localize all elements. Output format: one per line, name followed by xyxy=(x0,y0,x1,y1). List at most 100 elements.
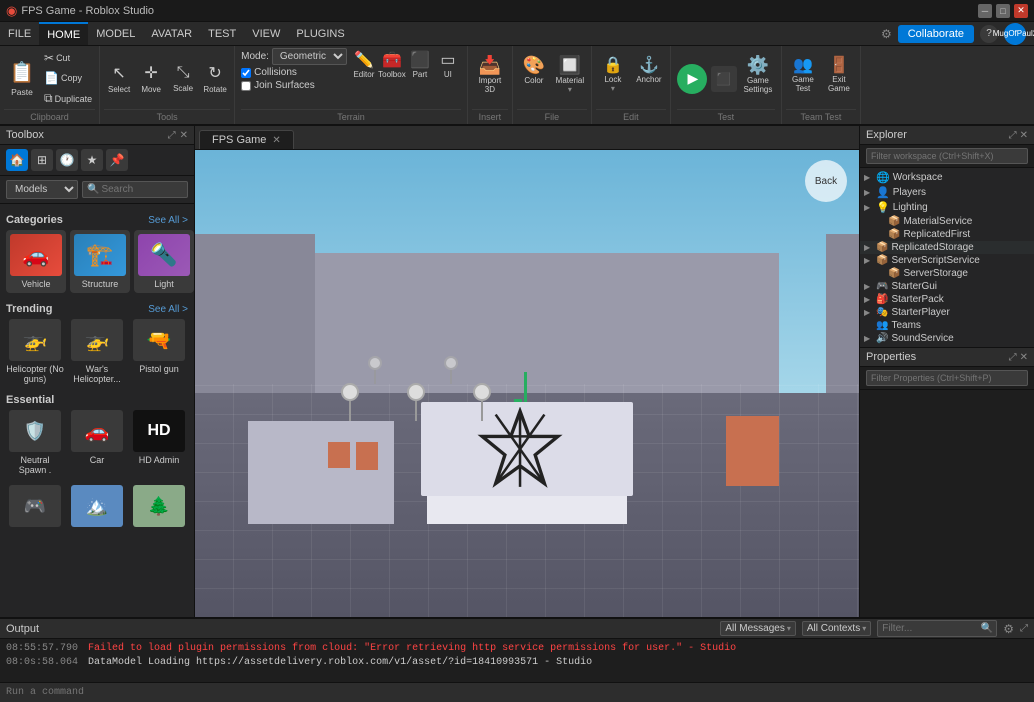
cut-button[interactable]: ✂ Cut xyxy=(41,49,95,67)
tree-item-serverstorage[interactable]: 📦 ServerStorage xyxy=(860,267,1034,280)
toolbox-tb-button[interactable]: 🧰 Toolbox xyxy=(379,48,405,96)
toolbox-home-icon-btn[interactable]: 🏠 xyxy=(6,149,28,171)
menu-model[interactable]: MODEL xyxy=(88,22,143,45)
editor-button[interactable]: ✏️ Editor xyxy=(351,48,377,96)
tree-item-lighting[interactable]: ▶ 💡 Lighting xyxy=(860,200,1034,215)
menu-test[interactable]: TEST xyxy=(200,22,244,45)
viewport-tab-close-icon[interactable]: ✕ xyxy=(272,135,280,146)
exit-game-button[interactable]: 🚪 Exit Game xyxy=(822,53,856,105)
tree-item-serverscriptservice[interactable]: ▶ 📦 ServerScriptService xyxy=(860,254,1034,267)
output-title: Output xyxy=(6,623,39,635)
output-settings-icon[interactable]: ⚙ xyxy=(1003,622,1014,636)
copy-button[interactable]: 📄 Copy xyxy=(41,69,95,87)
paste-button[interactable]: 📋 Paste xyxy=(4,52,40,106)
properties-filter-input[interactable] xyxy=(866,370,1028,386)
category-vehicle[interactable]: 🚗 Vehicle xyxy=(6,230,66,293)
explorer-title: Explorer xyxy=(866,129,907,141)
stop-button[interactable]: ⬛ xyxy=(711,66,737,92)
material-button[interactable]: 🔲 Material ▾ xyxy=(553,53,587,105)
game-settings-button[interactable]: ⚙️ Game Settings xyxy=(741,53,775,105)
all-messages-dropdown[interactable]: All Messages ▾ xyxy=(720,621,795,636)
select-button[interactable]: ↖ Select xyxy=(104,53,134,105)
color-button[interactable]: 🎨 Color xyxy=(517,53,551,105)
toolbox-search-input[interactable] xyxy=(101,184,183,195)
essential-label-1: Car xyxy=(90,455,105,465)
color-label: Color xyxy=(524,76,543,85)
trending-item-0[interactable]: 🚁 Helicopter (No guns) xyxy=(6,319,64,384)
import3d-button[interactable]: 📥 Import 3D xyxy=(472,53,508,105)
properties-close-icon[interactable]: ✕ xyxy=(1020,352,1028,363)
essential-item-0[interactable]: 🛡️ Neutral Spawn . xyxy=(6,410,64,475)
tree-item-teams[interactable]: 👥 Teams xyxy=(860,319,1034,332)
viewport-tab[interactable]: FPS Game ✕ xyxy=(199,130,294,149)
tree-item-players[interactable]: ▶ 👤 Players xyxy=(860,185,1034,200)
output-filter-input[interactable] xyxy=(877,620,997,637)
join-surfaces-check[interactable]: Join Surfaces xyxy=(241,80,347,91)
tree-item-materialservice[interactable]: 📦 MaterialService xyxy=(860,215,1034,228)
part-button[interactable]: ⬛ Part xyxy=(407,48,433,96)
mode-select[interactable]: Geometric xyxy=(272,48,347,65)
categories-see-all[interactable]: See All > xyxy=(148,215,188,226)
command-input[interactable] xyxy=(6,687,1028,698)
select-label: Select xyxy=(108,85,130,94)
tree-item-workspace[interactable]: ▶ 🌐 Workspace xyxy=(860,170,1034,185)
trending-item-2[interactable]: 🔫 Pistol gun xyxy=(130,319,188,384)
all-contexts-dropdown[interactable]: All Contexts ▾ xyxy=(802,621,871,636)
more-item-2[interactable]: 🌲 xyxy=(130,485,188,530)
window-maximize-btn[interactable]: □ xyxy=(996,4,1010,18)
collisions-check[interactable]: Collisions xyxy=(241,67,347,78)
trending-label-2: Pistol gun xyxy=(139,364,179,374)
lock-button[interactable]: 🔒 Lock ▾ xyxy=(596,53,630,105)
toolbox-star-icon-btn[interactable]: ★ xyxy=(81,149,103,171)
toolbox-popout-icon[interactable]: ⤢ xyxy=(168,130,176,141)
game-test-button[interactable]: 👥 Game Test xyxy=(786,53,820,105)
scale-button[interactable]: ⤡ Scale xyxy=(168,53,198,105)
properties-expand-icon[interactable]: ⤢ xyxy=(1009,352,1017,363)
play-button[interactable]: ▶ xyxy=(677,64,707,94)
tree-item-replicatedfirst[interactable]: 📦 ReplicatedFirst xyxy=(860,228,1034,241)
toolbox-grid-icon-btn[interactable]: ⊞ xyxy=(31,149,53,171)
anchor-button[interactable]: ⚓ Anchor xyxy=(632,53,666,105)
menu-plugins[interactable]: PLUGINS xyxy=(288,22,352,45)
menu-home[interactable]: HOME xyxy=(39,22,88,45)
trending-see-all[interactable]: See All > xyxy=(148,304,188,315)
window-close-btn[interactable]: ✕ xyxy=(1014,4,1028,18)
explorer-expand-icon[interactable]: ⤢ xyxy=(1009,130,1017,141)
toolbox-pin-icon-btn[interactable]: 📌 xyxy=(106,149,128,171)
tree-item-replicatedstorage[interactable]: ▶ 📦 ReplicatedStorage xyxy=(860,241,1034,254)
tree-item-starterplayer[interactable]: ▶ 🎭 StarterPlayer xyxy=(860,306,1034,319)
toolbox-close-icon[interactable]: ✕ xyxy=(180,130,188,141)
mode-label: Mode: xyxy=(241,51,269,62)
category-structure[interactable]: 🏗️ Structure xyxy=(70,230,130,293)
tree-item-soundservice[interactable]: ▶ 🔊 SoundService xyxy=(860,332,1034,345)
tree-item-startergui[interactable]: ▶ 🎮 StarterGui xyxy=(860,280,1034,293)
toolbox-clock-icon-btn[interactable]: 🕐 xyxy=(56,149,78,171)
viewport[interactable]: Back xyxy=(195,150,859,617)
trending-item-1[interactable]: 🚁 War's Helicopter... xyxy=(68,319,126,384)
category-light[interactable]: 🔦 Light xyxy=(134,230,194,293)
explorer-tree: ▶ 🌐 Workspace ▶ 👤 Players ▶ 💡 Lighting xyxy=(860,168,1034,347)
menu-view[interactable]: VIEW xyxy=(244,22,288,45)
essential-item-2[interactable]: HD HD Admin xyxy=(130,410,188,475)
toolbar-file-section: 🎨 Color 🔲 Material ▾ File xyxy=(513,46,592,124)
window-minimize-btn[interactable]: ─ xyxy=(978,4,992,18)
ui-button[interactable]: ▭ UI xyxy=(435,48,461,96)
duplicate-button[interactable]: ⧉ Duplicate xyxy=(41,89,95,108)
rotate-button[interactable]: ↻ Rotate xyxy=(200,53,230,105)
back-button[interactable]: Back xyxy=(805,160,847,202)
explorer-filter-input[interactable] xyxy=(866,148,1028,164)
explorer-close-icon[interactable]: ✕ xyxy=(1020,130,1028,141)
essential-item-1[interactable]: 🚗 Car xyxy=(68,410,126,475)
collaborate-button[interactable]: Collaborate xyxy=(898,25,974,43)
more-item-0[interactable]: 🎮 xyxy=(6,485,64,530)
menu-avatar[interactable]: AVATAR xyxy=(143,22,200,45)
output-expand-icon[interactable]: ⤢ xyxy=(1020,623,1028,634)
user-avatar[interactable]: MugOfPaul2 xyxy=(1004,23,1026,45)
tree-item-starterpack[interactable]: ▶ 🎒 StarterPack xyxy=(860,293,1034,306)
menu-file[interactable]: FILE xyxy=(0,22,39,45)
move-button[interactable]: ✛ Move xyxy=(136,53,166,105)
more-item-1[interactable]: 🏔️ xyxy=(68,485,126,530)
settings-icon[interactable]: ⚙ xyxy=(881,27,892,41)
trending-title: Trending xyxy=(6,303,52,315)
model-type-select[interactable]: Models xyxy=(6,180,78,199)
